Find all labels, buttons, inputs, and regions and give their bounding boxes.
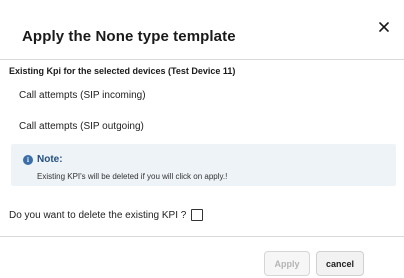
- close-button[interactable]: [374, 17, 394, 37]
- cancel-button[interactable]: cancel: [316, 251, 364, 276]
- kpi-list-item: Call attempts (SIP incoming): [19, 90, 146, 101]
- delete-confirm-row: Do you want to delete the existing KPI ?: [9, 208, 204, 222]
- existing-kpi-heading: Existing Kpi for the selected devices (T…: [9, 66, 236, 76]
- apply-button[interactable]: Apply: [264, 251, 310, 276]
- note-text: Existing KPI's will be deleted if you wi…: [37, 172, 228, 181]
- apply-template-dialog: Apply the None type template Existing Kp…: [0, 0, 404, 278]
- dialog-footer: Apply cancel: [0, 237, 404, 278]
- dialog-header: Apply the None type template: [0, 0, 404, 56]
- note-title: Note:: [37, 154, 63, 165]
- dialog-title: Apply the None type template: [22, 28, 236, 45]
- kpi-list-item: Call attempts (SIP outgoing): [19, 121, 144, 132]
- close-icon: [379, 22, 389, 32]
- info-icon: i: [23, 155, 33, 165]
- note-box: i Note: Existing KPI's will be deleted i…: [11, 144, 396, 186]
- delete-confirm-label: Do you want to delete the existing KPI ?: [9, 209, 187, 221]
- dialog-body: Existing Kpi for the selected devices (T…: [0, 59, 404, 237]
- delete-confirm-checkbox[interactable]: [191, 209, 204, 221]
